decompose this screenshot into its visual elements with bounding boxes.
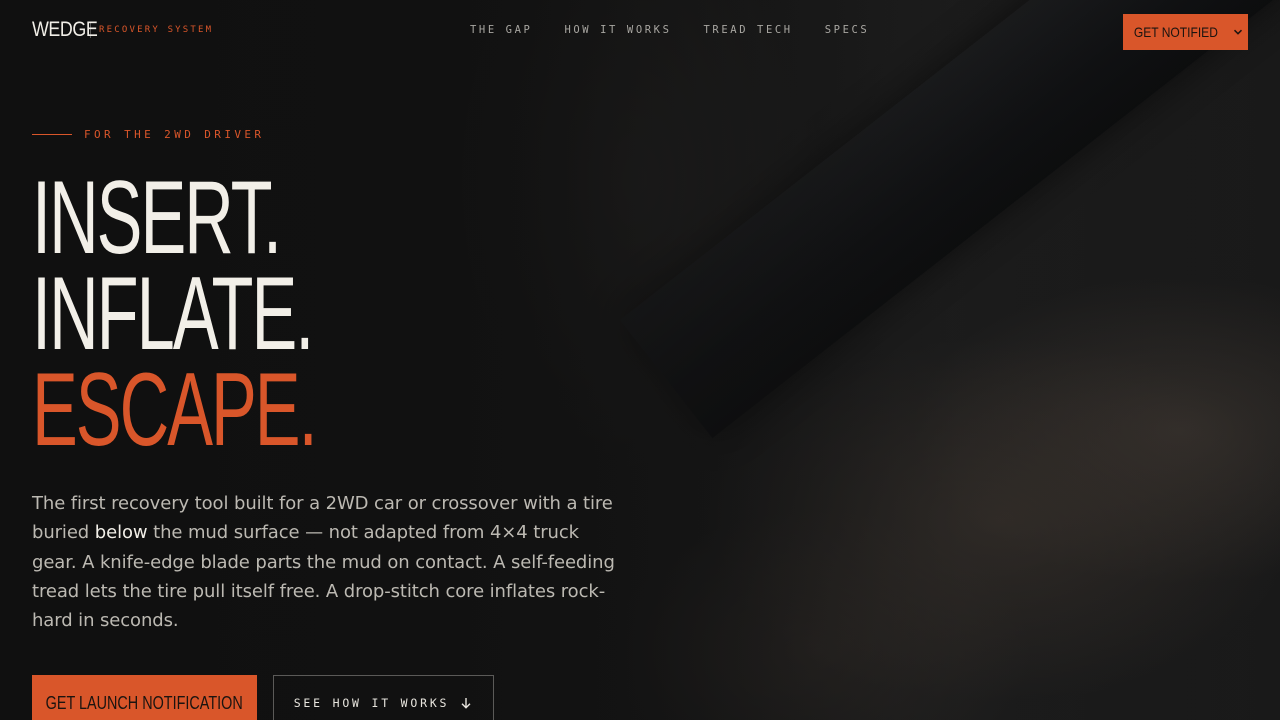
- see-how-it-works-button[interactable]: SEE HOW IT WORKS: [273, 675, 494, 720]
- launch-notification-button[interactable]: GET LAUNCH NOTIFICATION: [32, 675, 257, 720]
- headline-line-inflate: INFLATE.: [32, 256, 314, 372]
- nav-links: THE GAP HOW IT WORKS TREAD TECH SPECS: [470, 24, 901, 36]
- hero-headline: INSERT. INFLATE. ESCAPE.: [32, 160, 462, 468]
- top-navigation: WEDGE RECOVERY SYSTEM THE GAP HOW IT WOR…: [0, 0, 1280, 64]
- hero-description: The first recovery tool built for a 2WD …: [32, 489, 622, 635]
- brand-name: WEDGE: [32, 18, 98, 41]
- eyebrow-rule: [32, 134, 72, 135]
- see-how-it-works-label: SEE HOW IT WORKS: [293, 696, 450, 710]
- launch-notification-label: GET LAUNCH NOTIFICATION: [45, 692, 244, 713]
- brand-tagline: RECOVERY SYSTEM: [99, 25, 214, 35]
- headline-line-escape: ESCAPE.: [32, 352, 318, 468]
- chevron-down-icon: [1234, 29, 1243, 35]
- arrow-down-icon: [461, 698, 471, 709]
- eyebrow-text: FOR THE 2WD DRIVER: [84, 128, 265, 141]
- get-notified-button[interactable]: GET NOTIFIED: [1123, 14, 1248, 50]
- hero-eyebrow: FOR THE 2WD DRIVER: [32, 128, 264, 141]
- brand-logo[interactable]: WEDGE RECOVERY SYSTEM: [32, 18, 213, 42]
- nav-link-how-it-works[interactable]: HOW IT WORKS: [564, 24, 671, 36]
- nav-link-tread-tech[interactable]: TREAD TECH: [704, 24, 793, 36]
- nav-link-the-gap[interactable]: THE GAP: [470, 24, 532, 36]
- get-notified-label: GET NOTIFIED: [1133, 24, 1218, 40]
- nav-link-specs[interactable]: SPECS: [825, 24, 870, 36]
- headline-line-insert: INSERT.: [32, 160, 282, 276]
- description-highlight: below: [94, 522, 148, 544]
